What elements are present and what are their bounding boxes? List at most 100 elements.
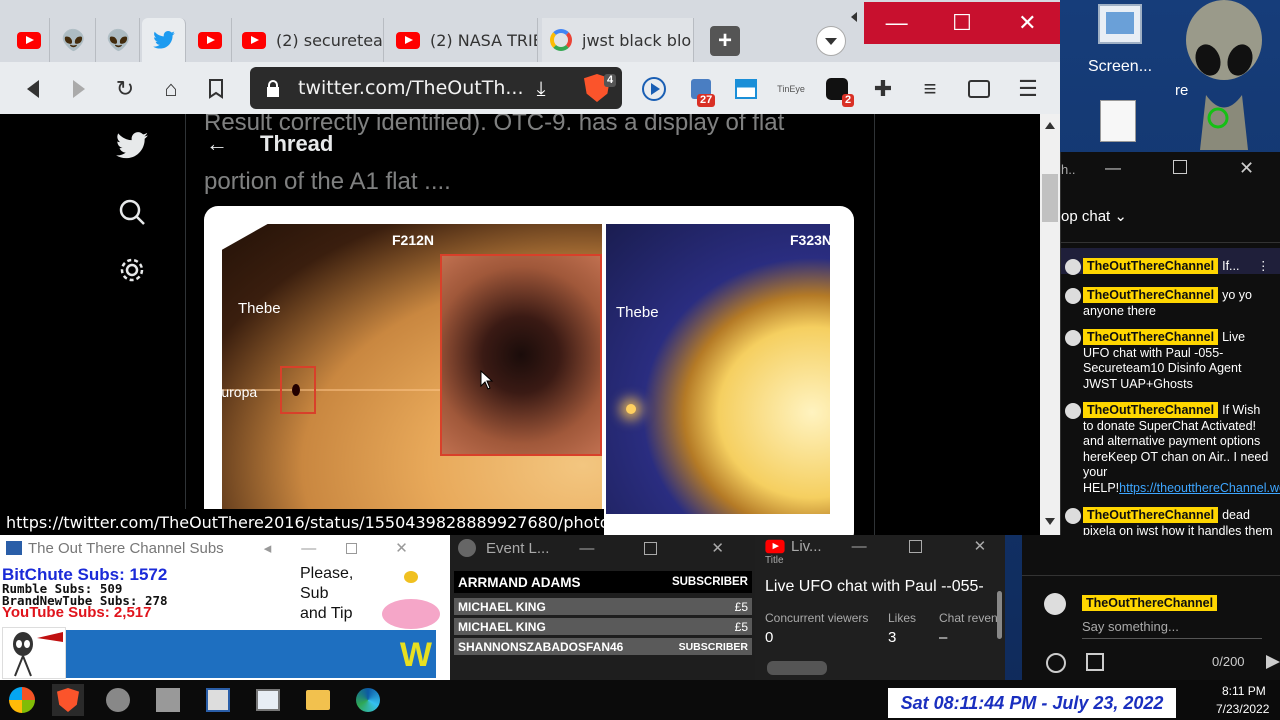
author-badge[interactable]: TheOutThereChannel <box>1083 258 1219 274</box>
close-button[interactable]: ✕ <box>995 2 1060 44</box>
edge-icon <box>356 688 380 712</box>
settings-button[interactable] <box>118 256 146 284</box>
wallet-button[interactable] <box>966 76 992 102</box>
tweet-image[interactable]: F212N Thebe Europa F323N Thebe <box>204 206 854 535</box>
superchat-button[interactable] <box>1086 653 1104 671</box>
extension-window-button[interactable] <box>733 76 759 102</box>
chat-input-area: TheOutThereChannel Say something... 0/20… <box>1022 535 1280 680</box>
twitter-home-button[interactable] <box>116 132 148 159</box>
stream-title: Live UFO chat with Paul --055- <box>765 578 984 595</box>
extension-badge-2: 2 <box>842 94 855 107</box>
revenue-label: Chat reven <box>939 611 998 625</box>
author-badge[interactable]: TheOutThereChannel <box>1083 507 1219 523</box>
minimize-button[interactable]: — <box>864 2 929 44</box>
event-type: £5 <box>734 619 748 634</box>
document-desktop-icon[interactable] <box>1100 100 1136 142</box>
taskbar-file-explorer[interactable] <box>302 684 334 716</box>
event-maximize-button[interactable] <box>644 541 658 555</box>
chat-close-button[interactable]: ✕ <box>1239 158 1254 179</box>
tray-date[interactable]: 7/23/2022 <box>1216 702 1269 716</box>
alien-icon: 👽 <box>61 28 86 52</box>
scroll-down-icon[interactable] <box>1045 518 1055 525</box>
scroll-thumb[interactable] <box>1042 174 1058 222</box>
new-tab-button[interactable]: + <box>710 26 740 56</box>
folder-icon <box>306 690 330 710</box>
page-scrollbar[interactable] <box>1040 114 1060 535</box>
emoji-button[interactable] <box>1046 653 1066 673</box>
tab-youtube-2[interactable] <box>188 18 232 62</box>
twitter-sidebar <box>0 114 185 535</box>
author-badge[interactable]: TheOutThereChannel <box>1083 287 1219 303</box>
extensions-button[interactable]: ✚ <box>870 76 896 102</box>
taskbar-alien-app[interactable] <box>152 684 184 716</box>
tab-twitter[interactable] <box>142 18 186 62</box>
subs-close-button[interactable]: ✕ <box>395 539 408 557</box>
live-minimize-button[interactable]: — <box>852 538 867 555</box>
playlist-button[interactable]: ≡ <box>917 76 943 102</box>
start-button[interactable] <box>6 684 38 716</box>
author-badge[interactable]: TheOutThereChannel <box>1083 329 1219 345</box>
chevron-down-icon: ⌄ <box>1114 208 1127 225</box>
back-button[interactable]: ← <box>206 131 228 157</box>
screen-desktop-icon[interactable]: Screen... <box>1088 4 1152 82</box>
subs-minimize-button[interactable]: — <box>301 540 316 557</box>
tab-scroll-left-icon[interactable] <box>851 12 857 22</box>
tray-time[interactable]: 8:11 PM <box>1222 684 1266 698</box>
tab-nasa[interactable]: (2) NASA TRIE <box>388 18 538 62</box>
back-button[interactable] <box>20 76 46 102</box>
live-horizontal-scrollbar[interactable] <box>767 661 827 675</box>
event-minimize-button[interactable]: — <box>579 540 594 557</box>
dark-spot <box>292 384 300 396</box>
taskbar-brave[interactable] <box>52 684 84 716</box>
tab-securetea[interactable]: (2) securetea <box>234 18 384 62</box>
live-close-button[interactable]: ✕ <box>974 537 987 555</box>
live-maximize-button[interactable] <box>908 539 922 553</box>
address-bar[interactable]: twitter.com/TheOutTh... <box>250 67 622 109</box>
tab-google[interactable]: jwst black blo <box>542 18 694 62</box>
event-close-button[interactable]: ✕ <box>711 539 724 557</box>
avatar <box>1065 403 1081 419</box>
youtube-icon <box>242 31 266 49</box>
thebe-label-left: Thebe <box>238 300 281 317</box>
taskbar-subs-app[interactable] <box>202 684 234 716</box>
chat-message-input[interactable]: Say something... <box>1082 617 1262 639</box>
home-button[interactable]: ⌂ <box>158 76 184 102</box>
avatar <box>1065 259 1081 275</box>
taskbar-edge-dev[interactable] <box>352 684 384 716</box>
thebe-label-right: Thebe <box>616 304 659 321</box>
brave-badge: 4 <box>604 74 617 87</box>
media-play-button[interactable] <box>641 76 667 102</box>
message-link[interactable]: https://theoutthereChannel.wordpress.... <box>1119 481 1280 495</box>
scroll-up-icon[interactable] <box>1045 122 1055 129</box>
forward-button[interactable] <box>66 76 92 102</box>
thread-title: Thread <box>260 131 334 156</box>
taskbar-link-app[interactable] <box>102 684 134 716</box>
chat-mode-dropdown[interactable]: op chat ⌄ <box>1061 207 1127 225</box>
author-badge[interactable]: TheOutThereChannel <box>1083 402 1219 418</box>
zoom-inset-box <box>440 254 602 456</box>
bookmark-button[interactable] <box>203 76 229 102</box>
tineye-button[interactable]: TinEye <box>777 76 805 102</box>
send-button[interactable] <box>1266 655 1280 669</box>
screen-file-icon <box>1098 4 1142 44</box>
chat-minimize-button[interactable]: — <box>1105 160 1121 178</box>
thread-header: ← Thread <box>186 114 874 174</box>
chat-maximize-button[interactable] <box>1173 160 1187 174</box>
tab-alien-1[interactable]: 👽 <box>52 18 96 62</box>
explore-button[interactable] <box>118 198 146 226</box>
live-vertical-scrollbar[interactable] <box>997 591 1002 639</box>
alien-icon: 👽 <box>106 28 131 52</box>
download-icon[interactable]: ⤓ <box>530 78 552 100</box>
menu-button[interactable]: ☰ <box>1015 76 1041 102</box>
tab-youtube-1[interactable] <box>8 18 50 62</box>
event-row: MICHAEL KING £5 <box>454 618 752 635</box>
reload-button[interactable]: ↻ <box>112 76 138 102</box>
more-options-icon[interactable]: ⋮ <box>1257 259 1270 275</box>
tab-alien-2[interactable]: 👽 <box>98 18 140 62</box>
maximize-button[interactable]: ☐ <box>929 2 994 44</box>
subs-maximize-button[interactable] <box>346 542 358 554</box>
tab-search-button[interactable] <box>816 26 846 56</box>
taskbar-screen-app[interactable] <box>252 684 284 716</box>
viewers-label: Concurrent viewers <box>765 611 869 625</box>
subs-scroll-left-icon[interactable]: ◂ <box>264 539 272 557</box>
